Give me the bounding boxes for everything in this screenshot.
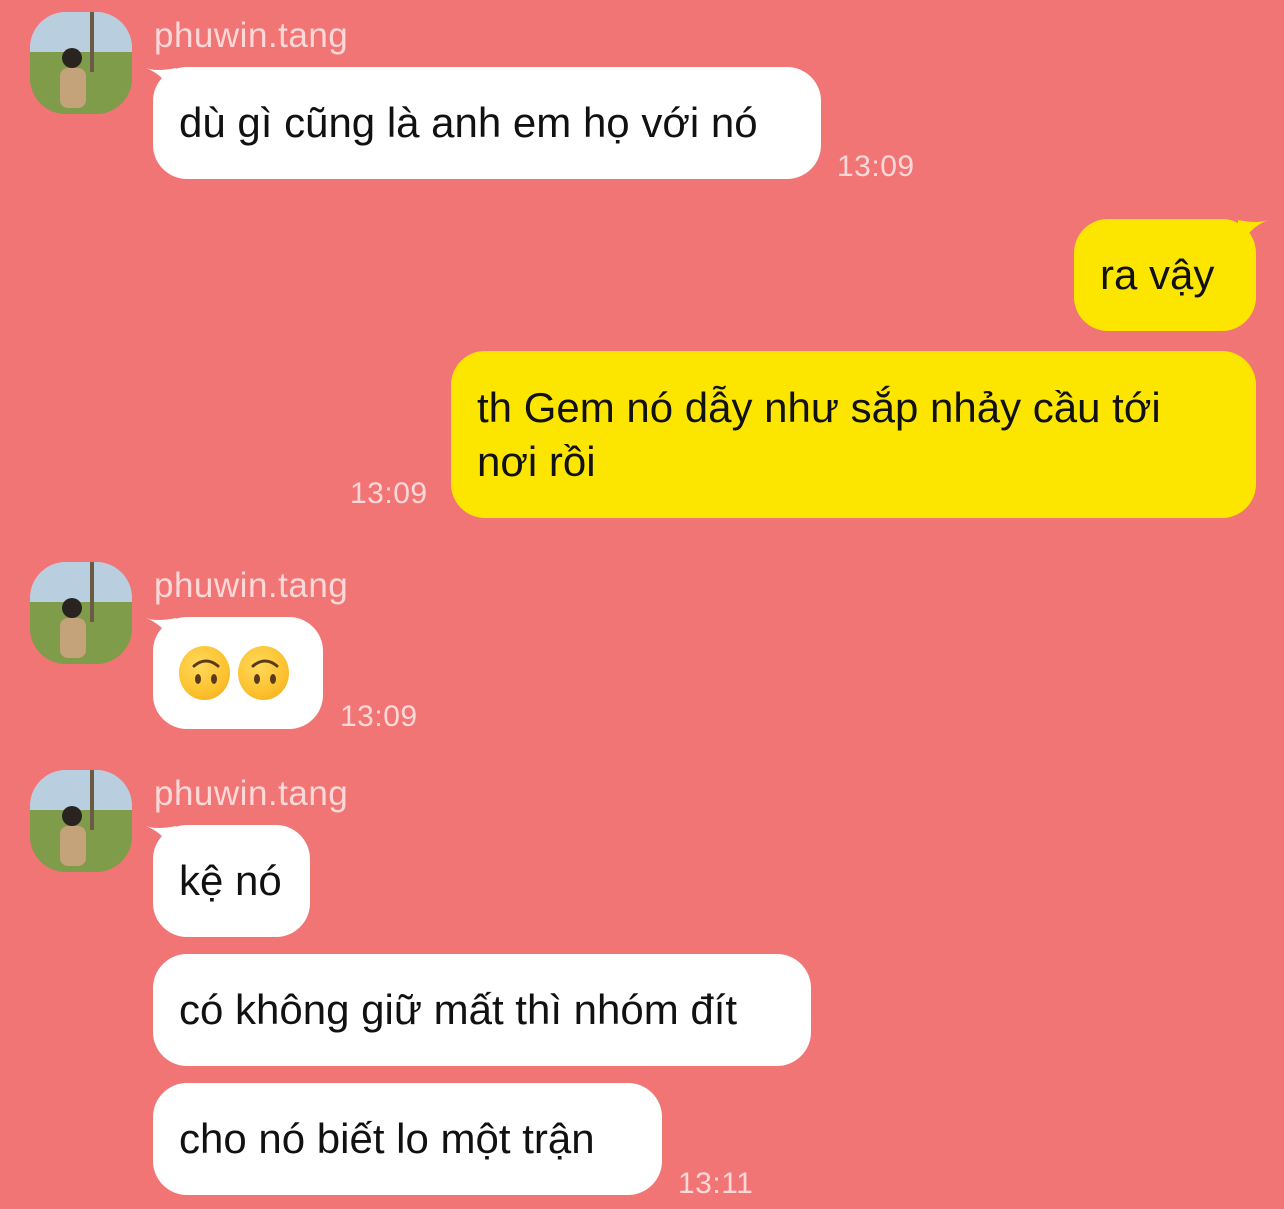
sender-name: phuwin.tang (154, 774, 349, 813)
message-bubble[interactable]: ra vậy (1074, 219, 1256, 331)
message-text: có không giữ mất thì nhóm đít (179, 986, 738, 1033)
avatar[interactable] (30, 770, 132, 872)
message-bubble[interactable]: có không giữ mất thì nhóm đít (153, 954, 811, 1066)
upside-down-face-icon (179, 646, 230, 700)
message-bubble[interactable] (153, 617, 323, 729)
message-time: 13:09 (340, 700, 418, 733)
message-time: 13:11 (678, 1167, 754, 1200)
message-text-line: th Gem nó dẫy như sắp nhảy cầu tới (477, 384, 1161, 431)
avatar-photo-icon (30, 770, 132, 872)
message-text: cho nó biết lo một trận (179, 1115, 595, 1162)
message-text: dù gì cũng là anh em họ với nó (179, 99, 758, 146)
message-text: kệ nó (179, 857, 282, 904)
avatar-photo-icon (30, 562, 132, 664)
message-text: ra vậy (1100, 251, 1215, 298)
avatar-photo-icon (30, 12, 132, 114)
message-bubble[interactable]: dù gì cũng là anh em họ với nó (153, 67, 821, 179)
message-time: 13:09 (837, 150, 915, 183)
sender-name: phuwin.tang (154, 566, 349, 605)
message-bubble[interactable]: kệ nó (153, 825, 310, 937)
message-text-line: nơi rồi (477, 438, 596, 485)
message-time: 13:09 (350, 477, 428, 510)
sender-name: phuwin.tang (154, 16, 349, 55)
message-bubble[interactable]: cho nó biết lo một trận (153, 1083, 662, 1195)
message-bubble[interactable]: th Gem nó dẫy như sắp nhảy cầu tới nơi r… (451, 351, 1256, 518)
avatar[interactable] (30, 12, 132, 114)
avatar[interactable] (30, 562, 132, 664)
upside-down-face-icon (238, 646, 289, 700)
